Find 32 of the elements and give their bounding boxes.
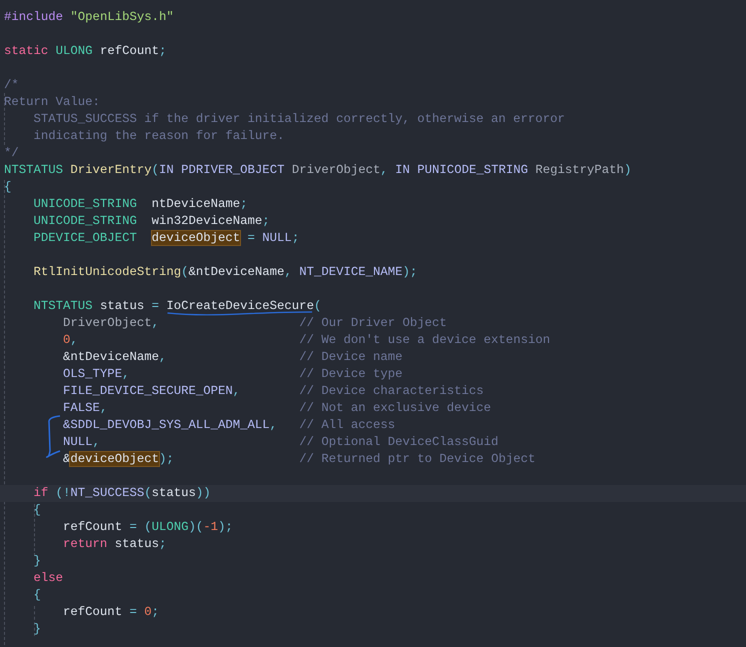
code-line: STATUS_SUCCESS if the driver initialized correctly, otherwise an erroror [32, 112, 565, 126]
code-line: NULL, // Optional DeviceClassGuid [62, 434, 498, 448]
code-line: 0, // We don't use a device extension [62, 332, 550, 346]
code-line: PDEVICE_OBJECT deviceObject = NULL; [32, 230, 300, 244]
code-line: /* [4, 78, 19, 92]
code-line: RtlInitUnicodeString(&ntDeviceName, NT_DEVICE_NAME); [32, 264, 418, 278]
code-line: UNICODE_STRING win32DeviceName; [32, 214, 270, 228]
code-line: if (!NT_SUCCESS(status)) [32, 486, 211, 500]
code-line: UNICODE_STRING ntDeviceName; [32, 196, 248, 210]
code-line: NTSTATUS DriverEntry(IN PDRIVER_OBJECT DriverObject, IN PUNICODE_STRING RegistryPath) [4, 162, 632, 176]
code-line: NTSTATUS status = IoCreateDeviceSecure( [4, 298, 322, 312]
code-line: Return Value: [4, 94, 100, 108]
code-line: { [4, 180, 12, 194]
code-line: FALSE, // Not an exclusive device [62, 400, 492, 414]
code-line: OLS_TYPE, // Device type [62, 366, 402, 380]
code-line: &ntDeviceName, // Device name [62, 350, 402, 364]
code-line: return status; [62, 536, 166, 550]
code-line: static ULONG refCount; [4, 44, 166, 58]
pen-bracket-drawing [46, 415, 61, 459]
code-line: { [32, 502, 41, 516]
code-line: indicating the reason for failure. [32, 128, 284, 142]
code-line: #include "OpenLibSys.h" [4, 10, 174, 24]
code-line: refCount = (ULONG)(-1); [62, 520, 233, 534]
code-line: DriverObject, // Our Driver Object [62, 316, 447, 330]
code-line: */ [4, 146, 19, 160]
code-line: FILE_DEVICE_SECURE_OPEN, // Device characteristics [62, 384, 484, 398]
code-line: else [32, 570, 64, 584]
code-line: refCount = 0; [62, 604, 159, 618]
code-line: &SDDL_DEVOBJ_SYS_ALL_ADM_ALL, // All access [62, 418, 396, 432]
code-line: } [32, 554, 41, 568]
code-line: { [32, 588, 41, 602]
code-line: } [32, 622, 41, 636]
